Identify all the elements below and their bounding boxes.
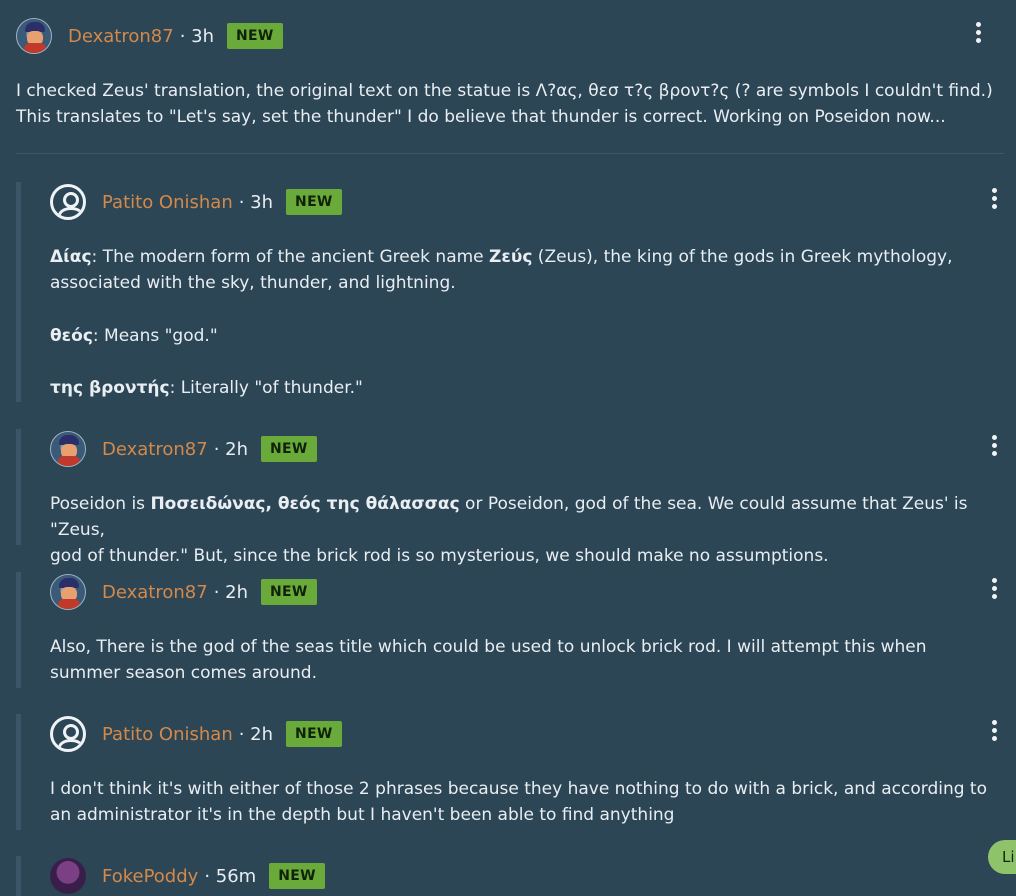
post-line: I don't think it's with either of those … <box>50 779 987 799</box>
reply-dexatron-3: Dexatron87 · 2h NEW Also, There is the g… <box>16 572 1016 688</box>
post-body: Δίας: The modern form of the ancient Gre… <box>50 244 1016 401</box>
username[interactable]: FokePoddy <box>102 866 198 887</box>
post-body: I don't think it's with either of those … <box>50 776 1016 828</box>
timestamp: · 2h <box>213 438 249 460</box>
post-line: summer season comes around. <box>50 663 317 683</box>
avatar[interactable] <box>50 858 86 894</box>
post-header: Dexatron87 · 2h NEW <box>50 572 1016 612</box>
timestamp: · 56m <box>204 865 257 887</box>
new-badge: NEW <box>261 579 317 605</box>
avatar[interactable] <box>50 431 86 467</box>
greek-term: Δίας <box>50 247 92 267</box>
avatar[interactable] <box>50 574 86 610</box>
post-header: FokePoddy · 56m NEW <box>50 856 1016 896</box>
greek-term: της βροντής <box>50 378 170 398</box>
post-header: Dexatron87 · 2h NEW <box>50 429 1016 469</box>
new-badge: NEW <box>286 721 342 747</box>
avatar[interactable] <box>50 184 86 220</box>
more-options-icon[interactable] <box>992 188 998 209</box>
username[interactable]: Dexatron87 <box>102 582 208 603</box>
new-badge: NEW <box>227 23 283 49</box>
greek-term: Ποσειδώνας, θεός της θάλασσας <box>150 494 460 514</box>
text: (Zeus), the king of the gods in Greek my… <box>532 247 953 267</box>
post-line: I checked Zeus' translation, the origina… <box>16 81 993 101</box>
post-dexatron-1: Dexatron87 · 3h NEW I checked Zeus' tran… <box>16 16 1016 130</box>
reply-foke: FokePoddy · 56m NEW <box>16 856 1016 896</box>
more-options-icon[interactable] <box>992 435 998 456</box>
username[interactable]: Dexatron87 <box>68 26 174 47</box>
post-line: Also, There is the god of the seas title… <box>50 637 927 657</box>
timestamp: · 2h <box>238 723 274 745</box>
more-options-icon[interactable] <box>992 720 998 741</box>
post-line: an administrator it's in the depth but I… <box>50 805 675 825</box>
timestamp: · 2h <box>213 581 249 603</box>
timestamp: · 3h <box>179 25 215 47</box>
more-options-icon[interactable] <box>976 22 982 43</box>
text: : Means "god." <box>92 326 218 346</box>
text: god of thunder." But, since the brick ro… <box>50 546 829 566</box>
text: associated with the sky, thunder, and li… <box>50 273 456 293</box>
post-body: Poseidon is Ποσειδώνας, θεός της θάλασσα… <box>50 491 1016 569</box>
greek-term: Ζεύς <box>489 247 533 267</box>
avatar[interactable] <box>16 18 52 54</box>
greek-term: θεός <box>50 326 93 346</box>
post-body: Also, There is the god of the seas title… <box>50 634 1016 686</box>
reply-patito-1: Patito Onishan · 3h NEW Δίας: The modern… <box>16 182 1016 402</box>
new-badge: NEW <box>261 436 317 462</box>
more-options-icon[interactable] <box>992 578 998 599</box>
username[interactable]: Patito Onishan <box>102 724 233 745</box>
timestamp: · 3h <box>238 191 274 213</box>
avatar[interactable] <box>50 716 86 752</box>
reply-patito-2: Patito Onishan · 2h NEW I don't think it… <box>16 714 1016 830</box>
post-header: Patito Onishan · 3h NEW <box>50 182 1016 222</box>
post-header: Dexatron87 · 3h NEW <box>16 16 1016 56</box>
live-button[interactable]: Li <box>988 840 1016 874</box>
post-line: This translates to "Let's say, set the t… <box>16 107 946 127</box>
text: : The modern form of the ancient Greek n… <box>91 247 490 267</box>
post-body: I checked Zeus' translation, the origina… <box>16 78 1016 130</box>
text: : Literally "of thunder." <box>169 378 363 398</box>
text: Poseidon is <box>50 494 151 514</box>
divider <box>16 153 1004 154</box>
new-badge: NEW <box>286 189 342 215</box>
username[interactable]: Dexatron87 <box>102 439 208 460</box>
new-badge: NEW <box>269 863 325 889</box>
username[interactable]: Patito Onishan <box>102 192 233 213</box>
reply-dexatron-2: Dexatron87 · 2h NEW Poseidon is Ποσειδών… <box>16 429 1016 566</box>
post-header: Patito Onishan · 2h NEW <box>50 714 1016 754</box>
